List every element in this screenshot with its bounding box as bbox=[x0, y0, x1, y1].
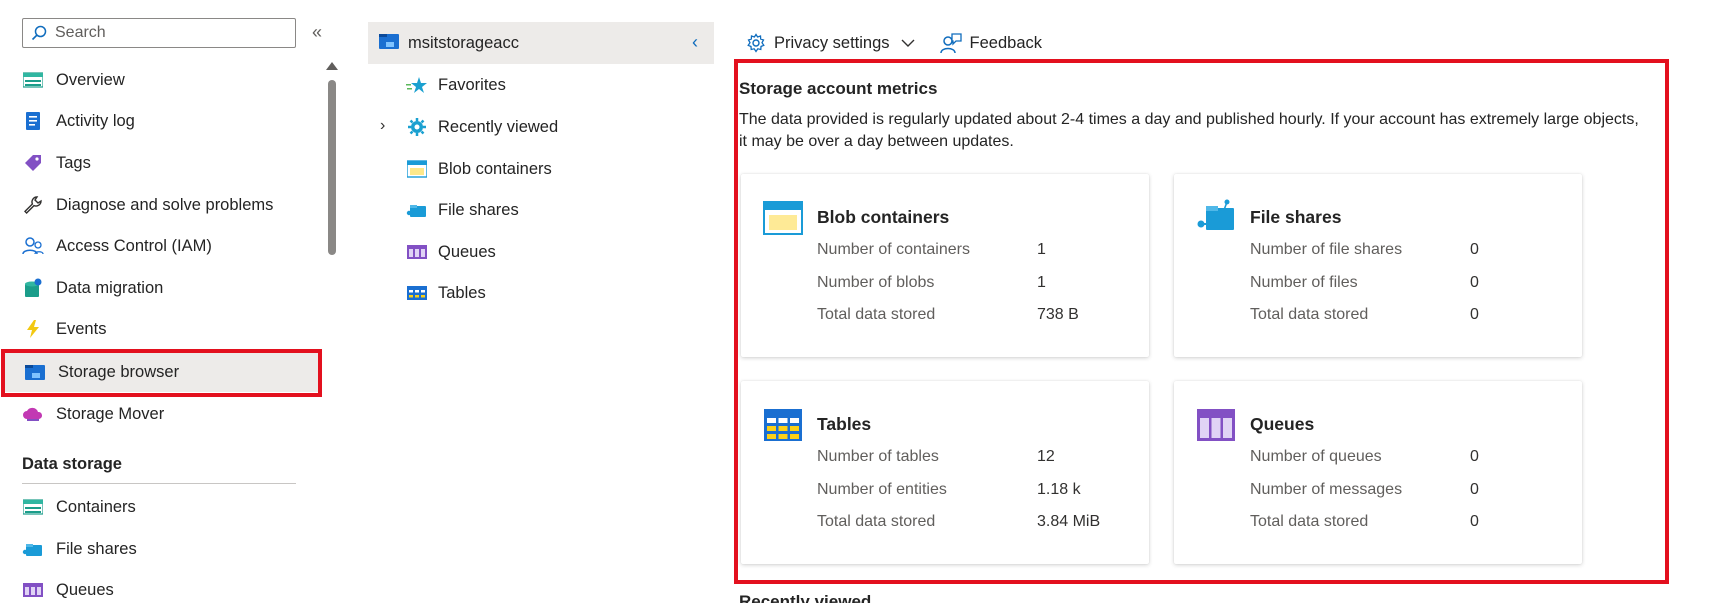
nav-item-containers[interactable]: Containers bbox=[0, 487, 322, 527]
tree-item-label: Queues bbox=[438, 242, 496, 261]
section-divider bbox=[22, 483, 296, 484]
file-shares-icon bbox=[22, 538, 44, 560]
nav-item-label: Tags bbox=[56, 153, 91, 172]
file-shares-icon bbox=[406, 199, 428, 221]
nav-item-tags[interactable]: Tags bbox=[0, 143, 322, 183]
people-icon bbox=[22, 235, 44, 257]
nav-item-access-control[interactable]: Access Control (IAM) bbox=[0, 226, 322, 266]
collapse-menu-icon[interactable]: « bbox=[312, 22, 322, 43]
search-icon bbox=[31, 25, 47, 41]
metrics-highlight bbox=[734, 59, 1669, 584]
left-navigation: Search « Overview Activity log Tags Diag… bbox=[0, 0, 338, 603]
collapse-tree-icon[interactable]: ‹ bbox=[692, 32, 698, 53]
storage-account-icon bbox=[378, 32, 400, 55]
queues-icon bbox=[22, 579, 44, 601]
data-migration-icon bbox=[22, 277, 44, 299]
wrench-icon bbox=[22, 194, 44, 216]
recently-viewed-heading: Recently viewed bbox=[739, 592, 872, 603]
queues-icon bbox=[406, 241, 428, 263]
nav-item-label: Containers bbox=[56, 497, 136, 516]
containers-icon bbox=[22, 496, 44, 518]
scrollbar-thumb[interactable] bbox=[328, 80, 336, 255]
nav-item-file-shares[interactable]: File shares bbox=[0, 529, 322, 569]
storage-browser-tree: msitstorageacc ‹ Favorites › Recently vi… bbox=[368, 0, 714, 603]
nav-item-label: Storage Mover bbox=[56, 404, 165, 423]
tree-item-recently-viewed[interactable]: Recently viewed bbox=[406, 109, 558, 145]
privacy-settings-button[interactable]: Privacy settings bbox=[746, 33, 916, 53]
tree-item-label: Blob containers bbox=[438, 159, 552, 178]
privacy-settings-label: Privacy settings bbox=[774, 33, 890, 52]
nav-item-label: Events bbox=[56, 319, 107, 338]
search-placeholder: Search bbox=[55, 24, 106, 41]
nav-item-queues[interactable]: Queues bbox=[0, 570, 322, 603]
nav-item-label: Data migration bbox=[56, 278, 164, 297]
scroll-up-arrow-icon[interactable] bbox=[326, 62, 338, 70]
selection-highlight bbox=[1, 349, 322, 397]
tree-item-tables[interactable]: Tables bbox=[406, 275, 486, 311]
lightning-icon bbox=[22, 318, 44, 340]
nav-item-label: Overview bbox=[56, 70, 125, 89]
tree-account-node[interactable]: msitstorageacc ‹ bbox=[368, 22, 714, 64]
tree-item-queues[interactable]: Queues bbox=[406, 234, 496, 270]
nav-item-activity-log[interactable]: Activity log bbox=[0, 101, 322, 141]
activity-log-icon bbox=[22, 110, 44, 132]
nav-item-label: Activity log bbox=[56, 111, 135, 130]
account-name: msitstorageacc bbox=[408, 33, 519, 52]
tree-item-favorites[interactable]: Favorites bbox=[406, 67, 506, 103]
tree-item-label: File shares bbox=[438, 200, 519, 219]
star-icon bbox=[406, 74, 428, 96]
gear-icon bbox=[747, 33, 765, 53]
section-title-data-storage: Data storage bbox=[22, 455, 122, 473]
nav-item-label: File shares bbox=[56, 539, 137, 558]
search-input[interactable]: Search bbox=[22, 18, 296, 48]
overview-icon bbox=[22, 69, 44, 91]
blob-container-icon bbox=[406, 158, 428, 180]
tag-icon bbox=[22, 152, 44, 174]
tree-item-label: Tables bbox=[438, 283, 486, 302]
tree-item-file-shares[interactable]: File shares bbox=[406, 192, 519, 228]
feedback-label: Feedback bbox=[969, 33, 1043, 52]
tree-item-label: Recently viewed bbox=[438, 117, 559, 136]
chevron-down-icon bbox=[901, 39, 915, 47]
nav-item-data-migration[interactable]: Data migration bbox=[0, 268, 322, 308]
expand-chevron-icon[interactable]: › bbox=[380, 117, 385, 135]
feedback-button[interactable]: Feedback bbox=[939, 32, 1043, 54]
nav-item-label: Diagnose and solve problems bbox=[56, 195, 274, 214]
nav-item-diagnose[interactable]: Diagnose and solve problems bbox=[0, 185, 322, 225]
nav-item-storage-mover[interactable]: Storage Mover bbox=[0, 394, 322, 434]
tree-item-blob-containers[interactable]: Blob containers bbox=[406, 151, 552, 187]
cloud-icon bbox=[22, 403, 44, 425]
tables-icon bbox=[406, 282, 428, 304]
gear-clock-icon bbox=[406, 116, 428, 138]
feedback-icon bbox=[939, 33, 962, 54]
nav-item-events[interactable]: Events bbox=[0, 309, 322, 349]
nav-item-label: Access Control (IAM) bbox=[56, 236, 212, 255]
tree-item-label: Favorites bbox=[438, 75, 506, 94]
toolbar: Privacy settings Feedback bbox=[746, 26, 1066, 60]
nav-item-label: Queues bbox=[56, 580, 114, 599]
nav-item-overview[interactable]: Overview bbox=[0, 60, 322, 100]
